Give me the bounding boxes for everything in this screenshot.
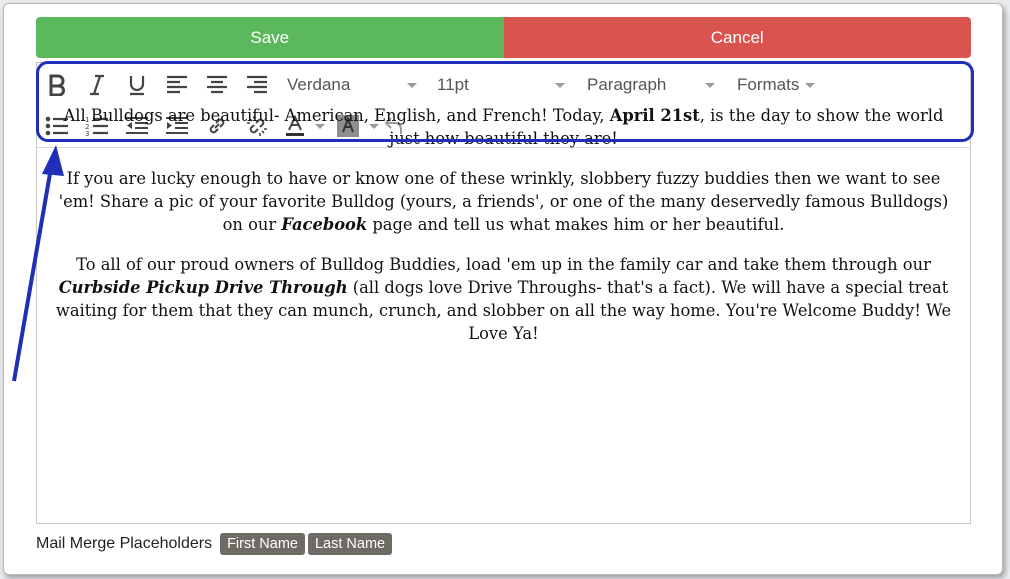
- first-name-placeholder-button[interactable]: First Name: [220, 533, 305, 555]
- bold-icon: [49, 74, 65, 96]
- formats-menu[interactable]: Formats: [729, 67, 829, 103]
- font-size-select[interactable]: 11pt: [429, 67, 569, 103]
- underline-icon: [129, 76, 145, 96]
- align-left-button[interactable]: [157, 67, 197, 103]
- align-right-button[interactable]: [237, 67, 277, 103]
- chevron-down-icon: [555, 82, 565, 88]
- italic-icon: [90, 74, 104, 96]
- action-buttons: Save Cancel: [36, 17, 971, 58]
- paragraph-2: If you are lucky enough to have or know …: [46, 167, 961, 236]
- last-name-placeholder-button[interactable]: Last Name: [307, 533, 393, 555]
- save-button[interactable]: Save: [36, 17, 504, 58]
- date-bold: April 21st: [609, 106, 700, 125]
- italic-button[interactable]: [77, 67, 117, 103]
- align-center-icon: [207, 75, 227, 94]
- mail-merge-footer: Mail Merge Placeholders First Name Last …: [36, 531, 393, 557]
- block-format-value: Paragraph: [587, 75, 667, 94]
- paragraph-1-text: All Bulldogs are beautiful- American, En…: [63, 106, 610, 125]
- toolbar-row-1: Verdana 11pt Paragraph Formats: [37, 65, 829, 105]
- block-format-select[interactable]: Paragraph: [579, 67, 719, 103]
- align-center-button[interactable]: [197, 67, 237, 103]
- bold-button[interactable]: [37, 67, 77, 103]
- font-family-select[interactable]: Verdana: [279, 67, 421, 103]
- cancel-button[interactable]: Cancel: [503, 17, 971, 58]
- paragraph-3-text: To all of our proud owners of Bulldog Bu…: [76, 255, 931, 274]
- chevron-down-icon: [407, 82, 417, 88]
- font-size-value: 11pt: [437, 75, 469, 94]
- formats-label: Formats: [737, 75, 800, 94]
- facebook-bold-italic: Facebook: [281, 215, 368, 234]
- curbside-bold-italic: Curbside Pickup Drive Through: [58, 278, 348, 297]
- mail-merge-label: Mail Merge Placeholders: [36, 535, 213, 552]
- chevron-down-icon: [705, 82, 715, 88]
- font-family-value: Verdana: [287, 75, 351, 94]
- align-left-icon: [167, 75, 187, 94]
- align-right-icon: [247, 75, 267, 94]
- editor-content[interactable]: All Bulldogs are beautiful- American, En…: [46, 104, 961, 362]
- paragraph-3: To all of our proud owners of Bulldog Bu…: [46, 253, 961, 345]
- paragraph-1: All Bulldogs are beautiful- American, En…: [46, 104, 961, 150]
- underline-button[interactable]: [117, 67, 157, 103]
- chevron-down-icon: [805, 82, 816, 88]
- paragraph-2-text-end: page and tell us what makes him or her b…: [367, 215, 785, 234]
